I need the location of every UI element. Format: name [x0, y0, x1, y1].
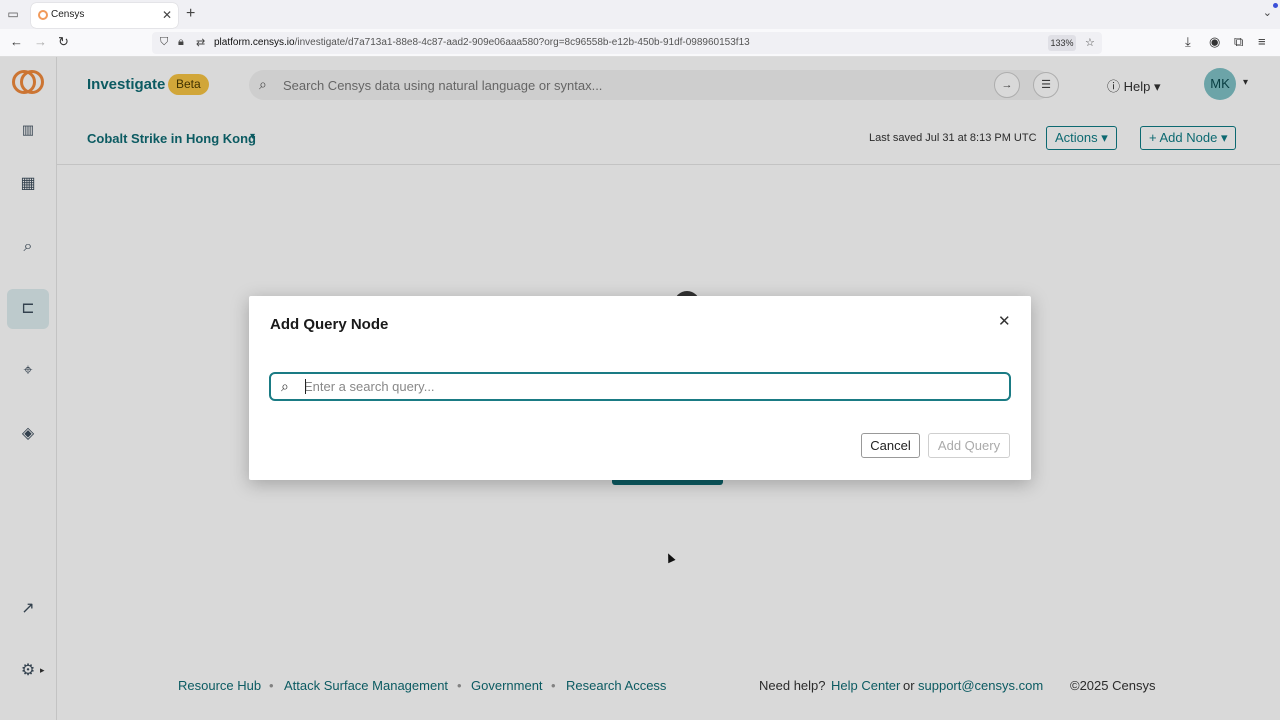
forward-icon[interactable]: →: [34, 35, 47, 49]
query-input-wrapper: ⌕: [269, 372, 1011, 401]
browser-tab-bar: ▭ Censys ✕ + ⌄: [0, 0, 1280, 29]
add-query-button[interactable]: Add Query: [928, 433, 1010, 458]
censys-favicon-icon: [38, 10, 48, 20]
download-icon[interactable]: ⤓: [1185, 35, 1191, 49]
browser-tab[interactable]: Censys ✕: [31, 3, 178, 28]
tab-close-icon[interactable]: ✕: [162, 8, 172, 22]
bookmark-star-icon[interactable]: ☆: [1085, 36, 1095, 49]
dialog-title: Add Query Node: [270, 316, 389, 333]
site-permissions-icon[interactable]: ⇄: [196, 36, 205, 49]
tab-history-icon[interactable]: ▭: [6, 7, 20, 21]
account-icon[interactable]: ◉: [1209, 35, 1220, 49]
menu-icon[interactable]: ≡: [1258, 35, 1266, 49]
url-text: platform.censys.io/investigate/d7a713a1-…: [214, 37, 750, 48]
extensions-icon[interactable]: ⧉: [1234, 35, 1243, 49]
new-tab-icon[interactable]: +: [186, 5, 195, 23]
back-icon[interactable]: ←: [10, 35, 23, 49]
lock-icon[interactable]: 🔒︎: [178, 36, 184, 49]
browser-nav-bar: ← → ↻ ⛉ 🔒︎ ⇄ platform.censys.io/investig…: [0, 29, 1280, 57]
reload-icon[interactable]: ↻: [58, 35, 69, 49]
text-cursor: [305, 379, 306, 394]
notification-dot-icon: [1273, 3, 1278, 8]
search-icon: ⌕: [281, 378, 289, 394]
add-query-node-dialog: Add Query Node ✕ ⌕ Cancel Add Query: [249, 296, 1031, 480]
shield-icon[interactable]: ⛉: [160, 36, 168, 49]
query-input[interactable]: [304, 377, 994, 396]
zoom-level[interactable]: 133%: [1048, 35, 1076, 51]
tab-title: Censys: [51, 9, 85, 20]
url-bar[interactable]: ⛉ 🔒︎ ⇄ platform.censys.io/investigate/d7…: [152, 32, 1102, 54]
tab-list-chevron-icon[interactable]: ⌄: [1263, 6, 1272, 19]
close-icon[interactable]: ✕: [998, 312, 1011, 330]
cancel-button[interactable]: Cancel: [861, 433, 920, 458]
